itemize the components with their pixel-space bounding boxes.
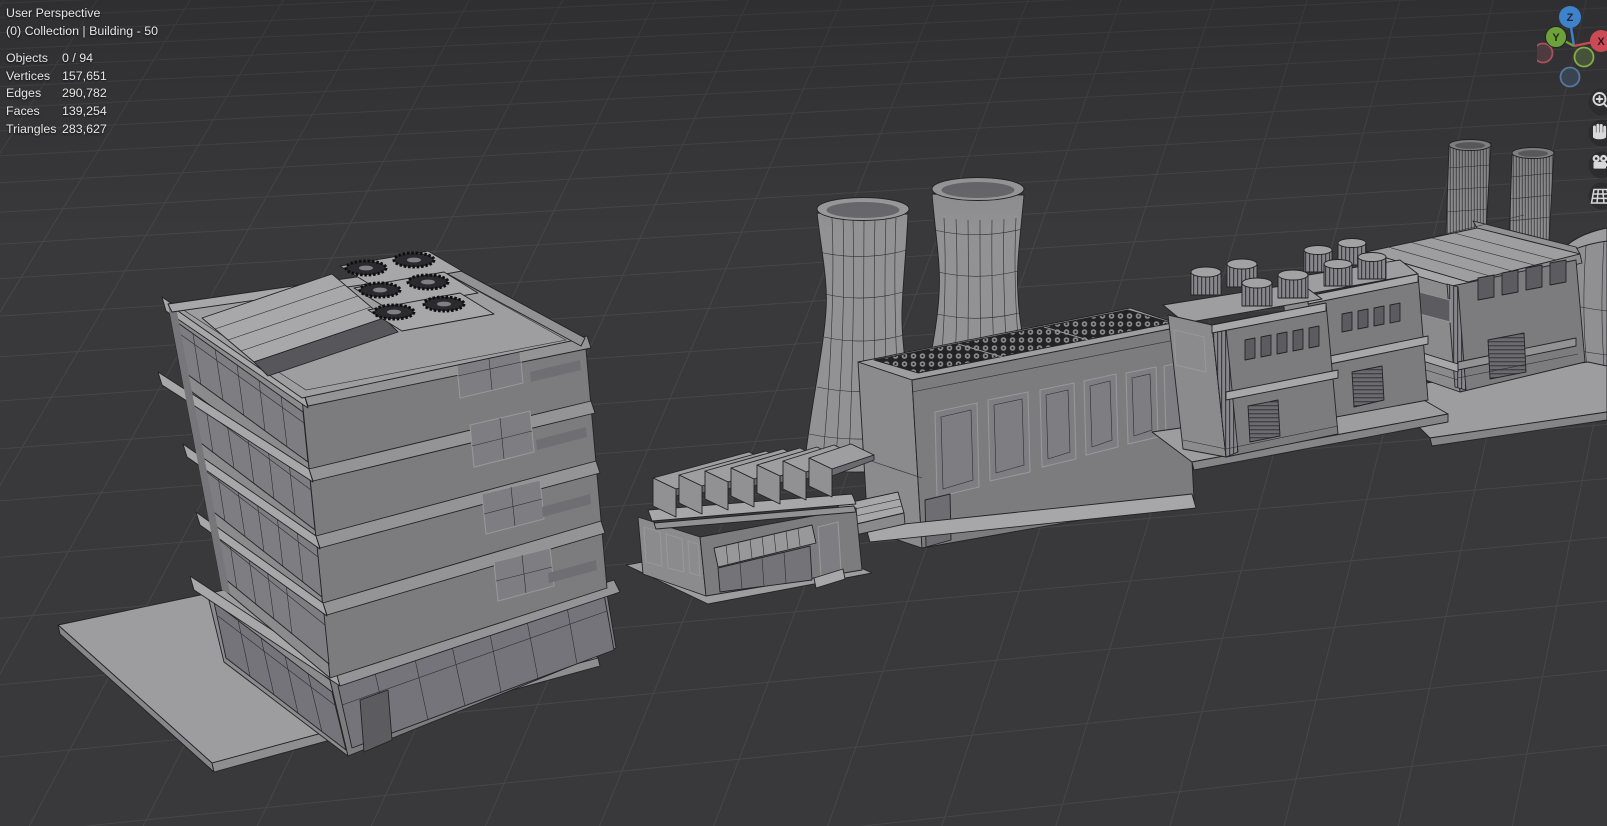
stat-edges: Edges 290,782 [6, 86, 107, 101]
gizmo-axis-neg-x[interactable] [1537, 42, 1554, 64]
stat-triangles: Triangles 283,627 [6, 121, 107, 136]
stat-faces: Faces 139,254 [6, 103, 107, 118]
blender-viewport[interactable]: User Perspective (0) Collection | Buildi… [0, 0, 1607, 826]
move-view-icon[interactable] [1588, 119, 1607, 147]
gizmo-axis-x[interactable]: X [1590, 30, 1607, 52]
viewport-controls[interactable] [1583, 86, 1607, 216]
camera-view-icon[interactable] [1588, 151, 1607, 179]
view-mode-label: User Perspective [6, 6, 101, 20]
stat-vertices: Vertices 157,651 [6, 68, 107, 83]
stat-objects: Objects 0 / 94 [6, 51, 94, 66]
zoom-icon[interactable] [1588, 88, 1607, 116]
gizmo-axis-neg-z[interactable] [1559, 66, 1581, 88]
projection-toggle-icon[interactable] [1588, 182, 1607, 210]
collection-label: (0) Collection | Building - 50 [6, 23, 158, 38]
gizmo-axis-z[interactable]: Z [1559, 6, 1581, 28]
gizmo-axis-neg-y[interactable] [1573, 46, 1595, 68]
svg-text:X: X [1597, 36, 1605, 48]
navigation-gizmo[interactable]: Z Y X [1537, 0, 1607, 100]
viewport-canvas[interactable] [0, 0, 1607, 826]
svg-text:Y: Y [1552, 32, 1560, 44]
gizmo-axis-y[interactable]: Y [1545, 26, 1567, 48]
viewport-overlay-text: User Perspective (0) Collection | Buildi… [6, 5, 158, 138]
viewport-stats: Objects 0 / 94 Vertices 157,651 Edges 290,7… [6, 50, 158, 138]
svg-text:Z: Z [1567, 12, 1574, 24]
